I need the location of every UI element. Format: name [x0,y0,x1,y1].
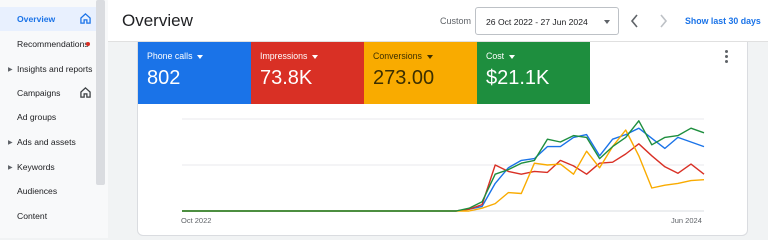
performance-card: Phone calls 802 Impressions 73.8K Conver… [137,42,748,236]
series-line-phone-calls [182,127,705,212]
sidebar-item-label: Overview [17,14,56,24]
date-preset-label: Custom [440,16,472,26]
sidebar-item-keywords[interactable]: ▶ Keywords [0,155,96,179]
date-range-value: 26 Oct 2022 - 27 Jun 2024 [486,17,588,27]
expand-caret-icon: ▶ [8,139,13,146]
sidebar-item-label: Ads and assets [17,137,76,147]
x-axis-tick-end: Jun 2024 [671,216,702,225]
sidebar-item-overview[interactable]: Overview [0,7,96,31]
app-root: Overview Recommendations ▶ Insights and … [0,0,768,238]
sidebar-item-content[interactable]: Content [0,204,96,228]
show-last-30-days-link[interactable]: Show last 30 days [685,16,761,26]
sidebar-item-label: Recommendations [17,39,89,49]
sidebar-item-label: Keywords [17,162,55,172]
sidebar-item-recommendations[interactable]: Recommendations [0,32,96,56]
next-period-chevron-icon[interactable] [655,12,671,30]
sidebar-item-campaigns[interactable]: Campaigns [0,81,96,105]
sidebar-item-label: Ad groups [17,112,57,122]
previous-period-chevron-icon[interactable] [627,12,643,30]
notification-dot [86,42,90,46]
sidebar-item-ads-and-assets[interactable]: ▶ Ads and assets [0,130,96,154]
sidebar-item-label: Content [17,211,48,221]
sidebar-item-audiences[interactable]: Audiences [0,179,96,203]
date-range-picker[interactable]: 26 Oct 2022 - 27 Jun 2024 [475,7,619,35]
sidebar-item-label: Campaigns [17,88,61,98]
sidebar-item-insights-and-reports[interactable]: ▶ Insights and reports [0,57,96,81]
series-line-impressions [182,143,705,212]
expand-caret-icon: ▶ [8,66,13,73]
page-title: Overview [122,11,193,30]
home-icon [80,13,91,24]
sidebar-item-label: Insights and reports [17,64,93,74]
sidebar-nav: Overview Recommendations ▶ Insights and … [0,0,108,238]
sidebar-scrollbar[interactable] [96,0,105,185]
performance-line-chart [182,118,705,212]
x-axis-tick-start: Oct 2022 [181,216,212,225]
sidebar-item-label: Audiences [17,186,58,196]
dropdown-arrow-icon [604,20,610,24]
home-icon [80,87,91,98]
expand-caret-icon: ▶ [8,164,13,171]
series-line-conversions [182,129,705,212]
sidebar-item-ad-groups[interactable]: Ad groups [0,105,96,129]
page-header: Overview Custom 26 Oct 2022 - 27 Jun 202… [108,0,768,42]
